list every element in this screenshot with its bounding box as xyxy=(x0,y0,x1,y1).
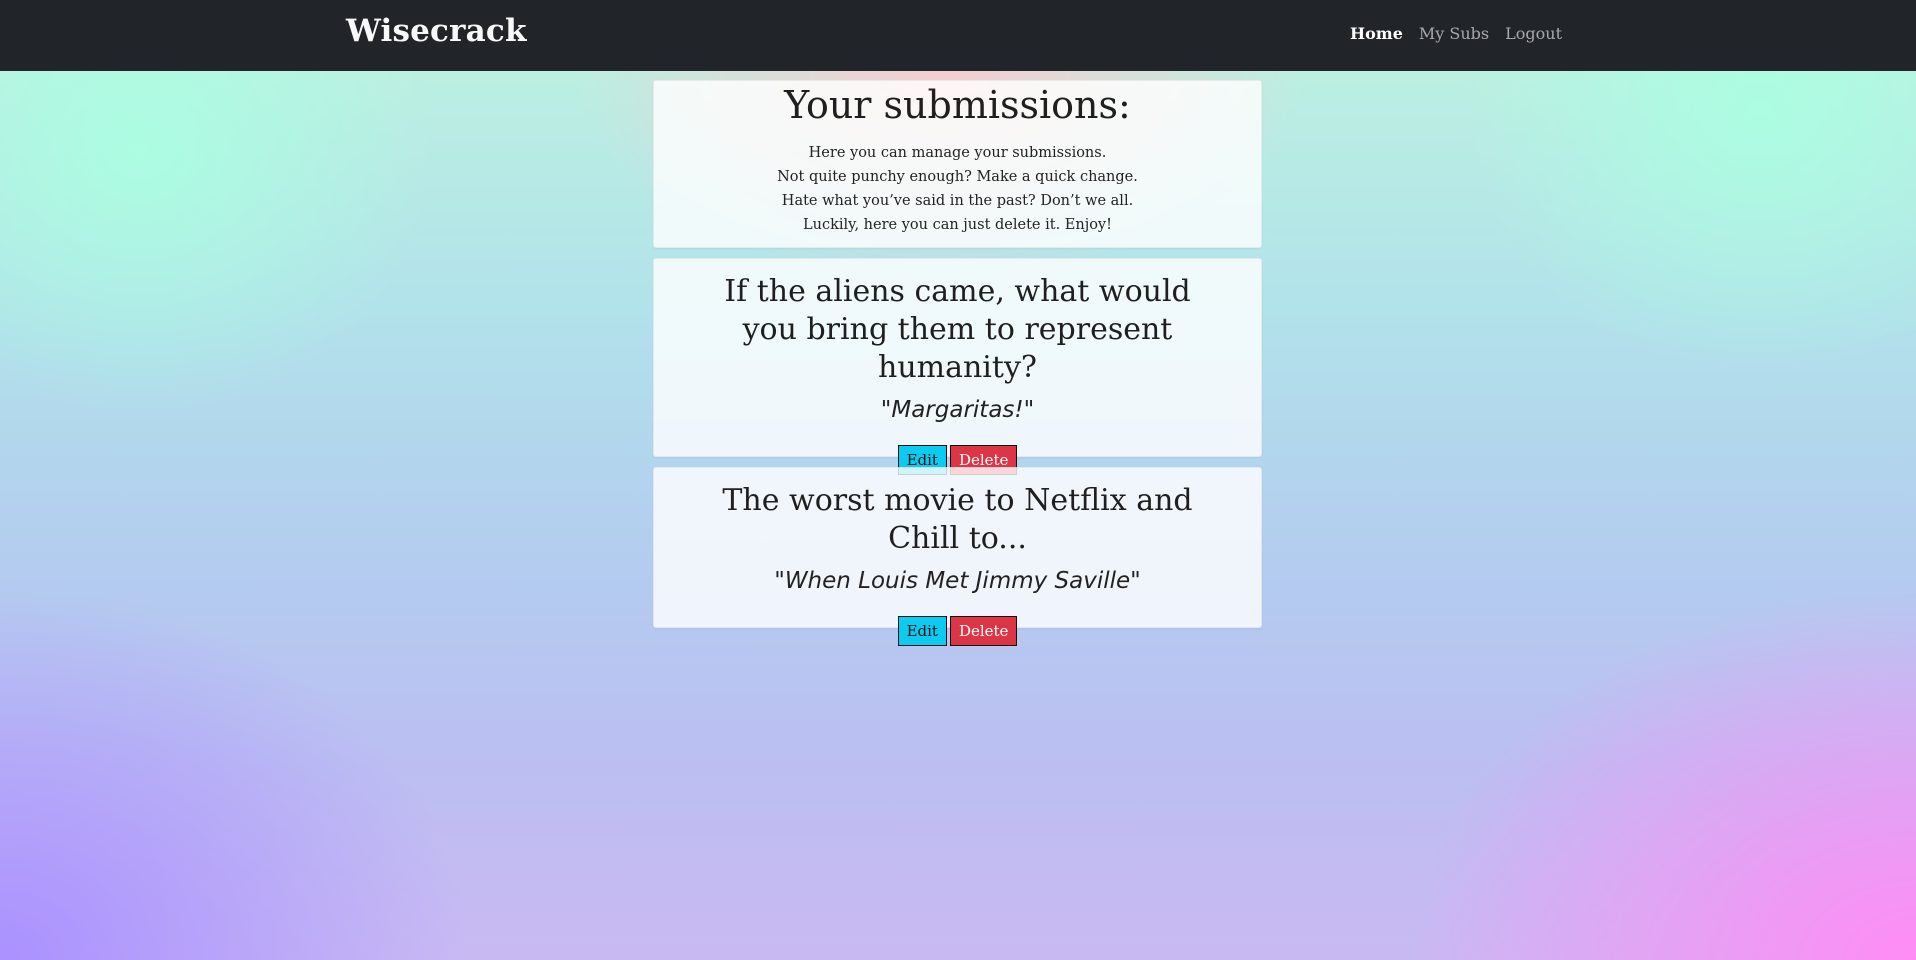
intro-line: Not quite punchy enough? Make a quick ch… xyxy=(777,168,1138,185)
intro-line: Luckily, here you can just delete it. En… xyxy=(803,216,1112,233)
submission-prompt: The worst movie to Netflix and Chill to.… xyxy=(722,483,1193,556)
intro-line: Hate what you’ve said in the past? Don’t… xyxy=(781,192,1134,209)
intro-description: Here you can manage your submissions. No… xyxy=(654,141,1261,237)
submission-answer: "Margaritas!" xyxy=(880,397,1035,423)
delete-button[interactable]: Delete xyxy=(949,616,1018,646)
edit-button[interactable]: Edit xyxy=(897,616,947,646)
nav-links: Home My Subs Logout xyxy=(1350,24,1562,43)
brand-logo-link[interactable]: Wisecrack xyxy=(346,13,527,49)
submission-card: The worst movie to Netflix and Chill to.… xyxy=(653,467,1262,646)
top-navbar: Wisecrack Home My Subs Logout xyxy=(0,0,1916,71)
submission-actions: Edit Delete xyxy=(654,616,1261,646)
page-title: Your submissions: xyxy=(784,83,1131,127)
submission-card: If the aliens came, what would you bring… xyxy=(653,258,1262,475)
nav-link-my-subs[interactable]: My Subs xyxy=(1419,24,1489,43)
intro-card: Your submissions: Here you can manage yo… xyxy=(653,80,1262,248)
nav-link-home[interactable]: Home xyxy=(1350,24,1403,43)
submission-answer: "When Louis Met Jimmy Saville" xyxy=(774,568,1141,594)
submission-prompt: If the aliens came, what would you bring… xyxy=(724,274,1191,385)
nav-link-logout[interactable]: Logout xyxy=(1505,24,1562,43)
intro-line: Here you can manage your submissions. xyxy=(808,144,1107,161)
